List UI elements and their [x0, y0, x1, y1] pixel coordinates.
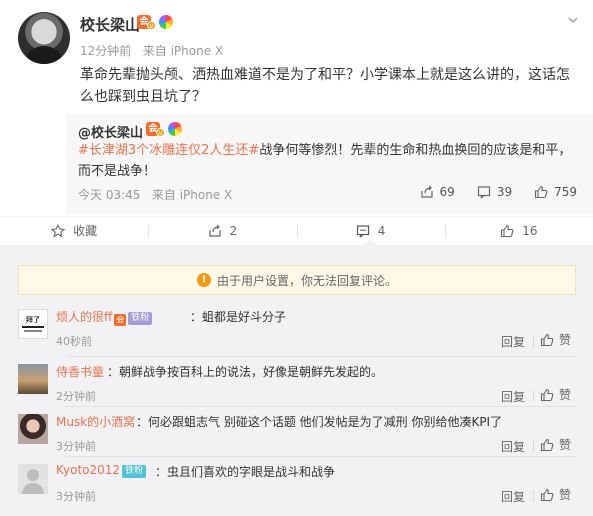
commenter-avatar[interactable]: 拜了	[18, 309, 48, 339]
thumbs-up-icon	[540, 438, 554, 451]
repost-button[interactable]: 2	[148, 217, 296, 244]
commenter-avatar[interactable]	[18, 414, 48, 444]
fan-badge[interactable]: 铁粉	[128, 312, 153, 325]
thumbs-up-icon	[540, 333, 554, 346]
comment-icon	[356, 224, 369, 237]
thumbs-up-icon	[535, 185, 548, 199]
default-avatar-icon	[22, 469, 44, 494]
commenter-avatar[interactable]	[18, 364, 48, 394]
commenter-name[interactable]: 侍香书童	[56, 363, 104, 380]
reply-button[interactable]: 回复	[501, 333, 525, 350]
comment-divider	[66, 406, 576, 407]
comment-icon	[477, 186, 490, 199]
comment-text: ：虫且们喜欢的字眼是战斗和战争	[155, 465, 336, 479]
comment-text: ：何必跟蛆志气 别碰这个话题 他们发帖是为了减刑 你别给他凑KPI了	[136, 415, 503, 429]
comment-text: ：朝鲜战争按百科上的说法，好像是朝鲜先发起的。	[107, 365, 384, 379]
repost-author[interactable]: @校长梁山	[78, 122, 143, 141]
reply-disabled-notice: ! 由于用户设置，你无法回复评论。	[18, 265, 576, 295]
post-meta: 12分钟前 来自 iPhone X	[80, 42, 223, 59]
warning-icon: !	[196, 273, 211, 287]
commenter-name[interactable]: 烦人的很ff 会铁粉	[56, 308, 153, 326]
repost-meta: 今天 03:45 来自 iPhone X	[78, 186, 232, 203]
comment-like-button[interactable]: 赞	[540, 386, 571, 403]
comment-item: Kyoto2012 铁粉 ：虫且们喜欢的字眼是战斗和战争 3分钟前 回复 赞	[18, 460, 576, 514]
repost-author-badges: 会 v	[146, 122, 182, 137]
share-icon	[208, 224, 221, 237]
commenter-name[interactable]: Kyoto2012 铁粉	[56, 463, 147, 478]
comment-like-button[interactable]: 赞	[540, 331, 571, 348]
rainbow-badge-icon	[168, 122, 182, 136]
thumbs-up-icon	[540, 488, 554, 501]
star-icon	[51, 223, 66, 238]
post-action-bar: 收藏 2 4 16	[0, 216, 593, 244]
author-name[interactable]: 校长梁山	[80, 14, 140, 35]
reply-button[interactable]: 回复	[501, 488, 525, 505]
like-button[interactable]: 16	[444, 217, 593, 244]
thumbs-up-icon	[540, 388, 554, 401]
chevron-down-icon[interactable]	[567, 14, 579, 26]
repost-time[interactable]: 今天 03:45	[78, 188, 140, 202]
post-time[interactable]: 12分钟前	[80, 44, 131, 58]
author-badges: 会 v	[137, 15, 173, 30]
repost-like-stat[interactable]: 759	[534, 185, 577, 199]
author-avatar[interactable]	[18, 12, 70, 64]
repost-text: #长津湖3个冰雕连仅2人生还#战争何等惨烈！先辈的生命和热血换回的应该是和平，而…	[78, 140, 583, 182]
weibo-post: 校长梁山 会 v 12分钟前 来自 iPhone X 革命先辈抛头颅、洒热血难道…	[0, 0, 593, 216]
verified-icon: v	[147, 21, 156, 30]
comment-time: 40秒前	[56, 335, 92, 348]
reply-button[interactable]: 回复	[501, 438, 525, 455]
repost-source: 来自 iPhone X	[151, 188, 233, 202]
vip-icon: 会	[114, 314, 127, 326]
comments-section: ! 由于用户设置，你无法回复评论。 拜了 烦人的很ff 会铁粉 ：蛆都是好斗分子 …	[0, 245, 593, 516]
repost-comment-stat[interactable]: 39	[477, 185, 512, 199]
post-text: 革命先辈抛头颅、洒热血难道不是为了和平？小学课本上就是这么讲的，这话怎么也踩到虫…	[80, 67, 570, 105]
rainbow-badge-icon[interactable]	[159, 15, 173, 29]
repost-stats: 69 39 759	[420, 185, 577, 199]
reply-button[interactable]: 回复	[501, 388, 525, 405]
commenter-avatar[interactable]	[18, 464, 48, 494]
comment-like-button[interactable]: 赞	[540, 486, 571, 503]
verified-icon: v	[156, 128, 165, 137]
comment-time: 3分钟前	[56, 490, 96, 503]
comment-time: 2分钟前	[56, 390, 96, 403]
comment-like-button[interactable]: 赞	[540, 436, 571, 453]
avatar-text: 拜了	[26, 316, 40, 324]
comment-item: 拜了 烦人的很ff 会铁粉 ：蛆都是好斗分子 40秒前 回复 赞	[18, 305, 576, 359]
thumbs-up-icon	[501, 224, 514, 237]
comment-text: ：蛆都是好斗分子	[190, 310, 287, 324]
repost-share-stat[interactable]: 69	[420, 185, 455, 199]
comment-time: 3分钟前	[56, 440, 96, 453]
topic-link[interactable]: #长津湖3个冰雕连仅2人生还#	[78, 143, 259, 158]
fan-badge[interactable]: 铁粉	[122, 465, 147, 478]
post-source: 来自 iPhone X	[142, 44, 224, 58]
reposted-card[interactable]: @校长梁山 会 v #长津湖3个冰雕连仅2人生还#战争何等惨烈！先辈的生命和热血…	[66, 114, 593, 214]
favorite-button[interactable]: 收藏	[0, 217, 148, 244]
comment-divider	[66, 356, 576, 357]
share-icon	[420, 185, 433, 198]
comment-divider	[66, 456, 576, 457]
commenter-name[interactable]: Musk的小酒窝	[56, 413, 135, 430]
